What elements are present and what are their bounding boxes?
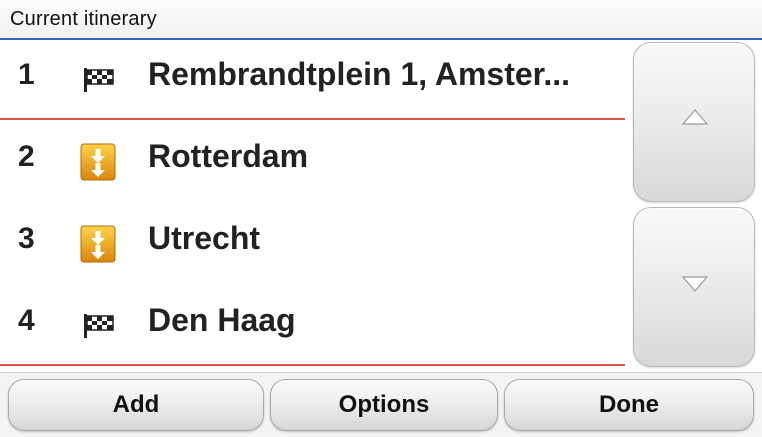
itinerary-row-3[interactable]: 3 Utrecht: [0, 204, 628, 284]
bottom-toolbar: Add Options Done: [0, 372, 762, 437]
row-label: Rotterdam: [148, 138, 309, 174]
row-number: 1: [18, 58, 35, 91]
itinerary-row-1[interactable]: 1 Rembrandtplein 1, Amster...: [0, 40, 628, 120]
triangle-up-icon: [680, 107, 710, 127]
waypoint-icon: [78, 224, 118, 264]
triangle-down-icon: [680, 274, 710, 294]
done-button[interactable]: Done: [504, 379, 754, 431]
page-title: Current itinerary: [10, 8, 157, 30]
checkered-flag-icon: [78, 306, 118, 346]
checkered-flag-icon: [78, 60, 118, 100]
header-bar: Current itinerary: [0, 0, 762, 40]
scroll-down-button[interactable]: [633, 207, 755, 367]
options-button[interactable]: Options: [270, 379, 498, 431]
row-number: 3: [18, 222, 35, 255]
row-number: 2: [18, 140, 35, 173]
row-label: Rembrandtplein 1, Amster...: [148, 56, 571, 92]
waypoint-icon: [78, 142, 118, 182]
itinerary-row-4[interactable]: 4 Den Haag: [0, 286, 628, 366]
row-label: Utrecht: [148, 220, 261, 256]
scroll-up-button[interactable]: [633, 42, 755, 202]
row-number: 4: [18, 304, 35, 337]
add-button[interactable]: Add: [8, 379, 264, 431]
itinerary-row-2[interactable]: 2 Rotterdam: [0, 122, 628, 202]
itinerary-list: 1 Rembrandtplein 1, Amster... 2 Rotterda…: [0, 40, 628, 370]
row-label: Den Haag: [148, 302, 296, 338]
